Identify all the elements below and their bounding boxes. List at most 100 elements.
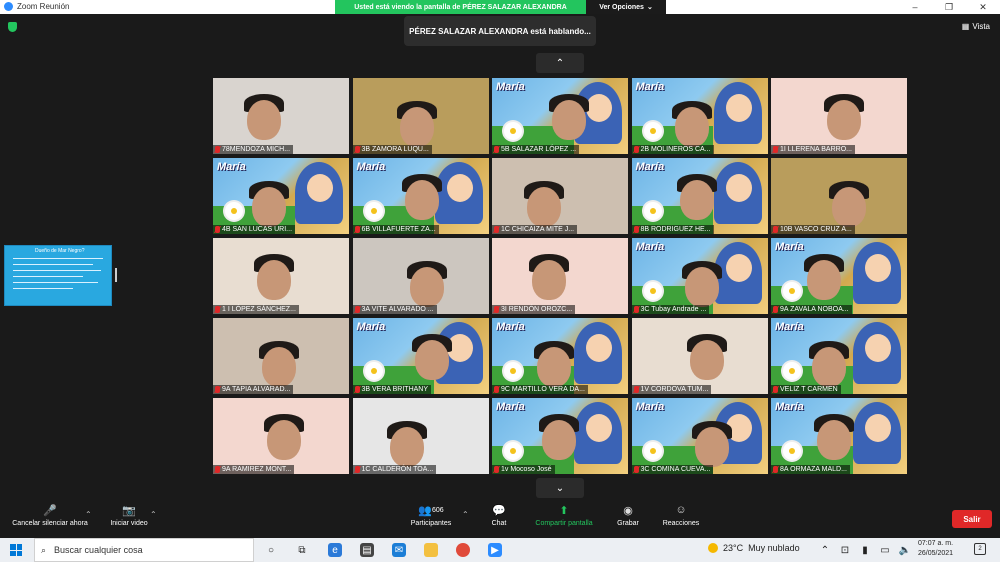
- zoom-taskbar-icon[interactable]: ▶: [488, 543, 502, 557]
- active-speaker-banner: PÉREZ SALAZAR ALEXANDRA está hablando...: [404, 16, 596, 46]
- participant-tile[interactable]: 3A VITE ALVARADO ...: [352, 238, 489, 314]
- participant-tile[interactable]: 1V CORDOVA TUM...: [631, 318, 768, 394]
- participant-tile[interactable]: 1I LLERENA BARRO...: [771, 78, 907, 154]
- participant-tile[interactable]: María 4B SAN LUCAS URI...: [213, 158, 349, 234]
- mic-muted-icon: [354, 226, 360, 233]
- mute-button[interactable]: 🎤 Cancelar silenciar ahora: [8, 504, 92, 528]
- participant-tile[interactable]: María VELIZ T CARMEN: [771, 318, 907, 394]
- mary-face: [586, 334, 612, 362]
- store-icon[interactable]: ▤: [360, 543, 374, 557]
- participant-tile[interactable]: 9A RAMIREZ MONT...: [213, 398, 349, 474]
- notification-icon[interactable]: 2: [974, 543, 986, 555]
- volume-icon[interactable]: 🔈: [898, 543, 912, 557]
- clock[interactable]: 07:07 a. m. 26/05/2021: [918, 539, 953, 559]
- network-icon[interactable]: ⊡: [838, 543, 852, 557]
- participant-tile[interactable]: María 8B RODRIGUEZ HE...: [631, 158, 768, 234]
- taskbar-search[interactable]: ⌕ Buscar cualquier cosa: [34, 538, 254, 562]
- chevron-down-icon: ⌄: [555, 482, 565, 494]
- page-up-button[interactable]: ⌃: [536, 53, 584, 73]
- participant-tile[interactable]: María 3B VERA BRITHANY: [352, 318, 489, 394]
- participant-face: [812, 347, 846, 387]
- participants-icon: 👥 606: [418, 504, 444, 517]
- participant-tile[interactable]: 9A TAPIA ALVARAD...: [213, 318, 349, 394]
- participant-tile[interactable]: 1 I LÓPEZ SÁNCHEZ...: [213, 238, 349, 314]
- participant-tile[interactable]: 10B VASCO CRUZ A...: [771, 158, 907, 234]
- minimize-button[interactable]: –: [898, 0, 932, 14]
- display-icon[interactable]: ▭: [878, 543, 892, 557]
- view-options-button[interactable]: Ver Opciones ⌄: [586, 0, 666, 14]
- view-button[interactable]: ▦ Vista: [962, 22, 990, 31]
- participant-tile[interactable]: 1C CHICAIZA MITE J...: [492, 158, 628, 234]
- leave-button[interactable]: Salir: [952, 510, 992, 528]
- windows-start-icon[interactable]: [10, 544, 22, 556]
- mary-face: [725, 94, 752, 122]
- weather-widget[interactable]: 23°C Muy nublado: [708, 543, 800, 553]
- daisy-icon: [504, 442, 522, 460]
- participant-tile[interactable]: María 3C COMINA CUEVA...: [631, 398, 768, 474]
- participant-name: 5B SALAZAR LÓPEZ ...: [492, 145, 580, 154]
- share-banner-text: Usted está viendo la pantalla de PÉREZ S…: [354, 3, 567, 11]
- reactions-icon: ☺: [675, 504, 687, 516]
- participant-name: 10B VASCO CRUZ A...: [771, 225, 855, 234]
- mail-icon[interactable]: ✉: [392, 543, 406, 557]
- security-shield-icon[interactable]: [8, 22, 17, 32]
- thumbnail-resize-handle[interactable]: [115, 268, 117, 282]
- mary-face: [307, 174, 333, 202]
- participant-tile[interactable]: María 1v Mocoso José: [492, 398, 628, 474]
- mary-face: [865, 414, 891, 442]
- participant-tile[interactable]: María 3C Tubay Andrade ...: [631, 238, 768, 314]
- participants-button[interactable]: 👥 606 Participantes: [406, 504, 456, 528]
- leave-label: Salir: [963, 514, 981, 524]
- participant-tile[interactable]: María 9A ZAVALA NOBOA...: [771, 238, 907, 314]
- share-screen-button[interactable]: ⬆ Compartir pantalla: [530, 504, 598, 528]
- audio-options-caret[interactable]: ⌃: [85, 510, 92, 519]
- participant-tile[interactable]: 3B ZAMORA LUQU...: [352, 78, 489, 154]
- mic-muted-icon: [215, 466, 220, 473]
- video-options-caret[interactable]: ⌃: [150, 510, 157, 519]
- record-button[interactable]: ◉ Grabar: [612, 504, 644, 528]
- participant-tile[interactable]: María 5B SALAZAR LÓPEZ ...: [492, 78, 628, 154]
- mic-muted-icon: [633, 386, 639, 393]
- participants-options-caret[interactable]: ⌃: [462, 510, 469, 519]
- cortana-icon[interactable]: ○: [264, 543, 278, 557]
- clock-time: 07:07 a. m.: [918, 540, 954, 547]
- reactions-button[interactable]: ☺ Reacciones: [660, 504, 702, 527]
- mic-muted-icon: [215, 146, 220, 153]
- participant-name-label: 9A TAPIA ALVARAD...: [222, 386, 291, 393]
- meeting-toolbar: 🎤 Cancelar silenciar ahora ⌃ 📷 Iniciar v…: [0, 500, 1000, 538]
- participant-face: [679, 180, 714, 220]
- mic-muted-icon: [773, 466, 778, 473]
- participant-tile[interactable]: María 6B VILLAFUERTE ZA...: [352, 158, 489, 234]
- tray-chevron-up-icon[interactable]: ⌃: [818, 543, 832, 557]
- file-explorer-icon[interactable]: [424, 543, 438, 557]
- maximize-button[interactable]: ❐: [932, 0, 966, 14]
- chat-button[interactable]: 💬 Chat: [486, 504, 512, 528]
- start-video-button[interactable]: 📷 Iniciar video: [104, 504, 154, 528]
- mic-muted-icon: [773, 386, 778, 393]
- participant-name-label: 3B VERA BRITHANY: [361, 386, 429, 393]
- participant-name: 3C Tubay Andrade ...: [631, 305, 710, 314]
- notification-count: 2: [978, 546, 982, 552]
- battery-icon[interactable]: ▮: [858, 543, 872, 557]
- participant-tile[interactable]: 1C CALDERÓN TOA...: [352, 398, 489, 474]
- participant-name: 78MENDOZA MICH...: [213, 145, 294, 154]
- edge-icon[interactable]: e: [328, 543, 342, 557]
- participant-tile[interactable]: María 9C MARTILLO VERA DA...: [492, 318, 628, 394]
- participant-name: 1I LLERENA BARRO...: [771, 145, 855, 154]
- participant-tile[interactable]: 78MENDOZA MICH...: [213, 78, 349, 154]
- participant-face: [694, 427, 729, 467]
- page-down-button[interactable]: ⌄: [536, 478, 584, 498]
- screen-share-banner: Usted está viendo la pantalla de PÉREZ S…: [335, 0, 586, 14]
- task-view-icon[interactable]: ⧉: [295, 543, 309, 557]
- clock-date: 26/05/2021: [918, 550, 954, 557]
- close-button[interactable]: ✕: [966, 0, 1000, 14]
- participant-tile[interactable]: María 8A ORMAZA MALD...: [771, 398, 907, 474]
- shared-screen-thumbnail[interactable]: Dueño de Mar Negro?: [4, 245, 112, 306]
- participant-tile[interactable]: 3I RENDÓN OROZC...: [492, 238, 628, 314]
- chrome-icon[interactable]: [456, 543, 470, 557]
- record-label: Grabar: [617, 520, 639, 527]
- participant-tile[interactable]: María 2B MOLINEROS CA...: [631, 78, 768, 154]
- poster-title: María: [635, 401, 665, 413]
- mic-muted-icon: [633, 146, 639, 153]
- participant-face: [537, 347, 571, 387]
